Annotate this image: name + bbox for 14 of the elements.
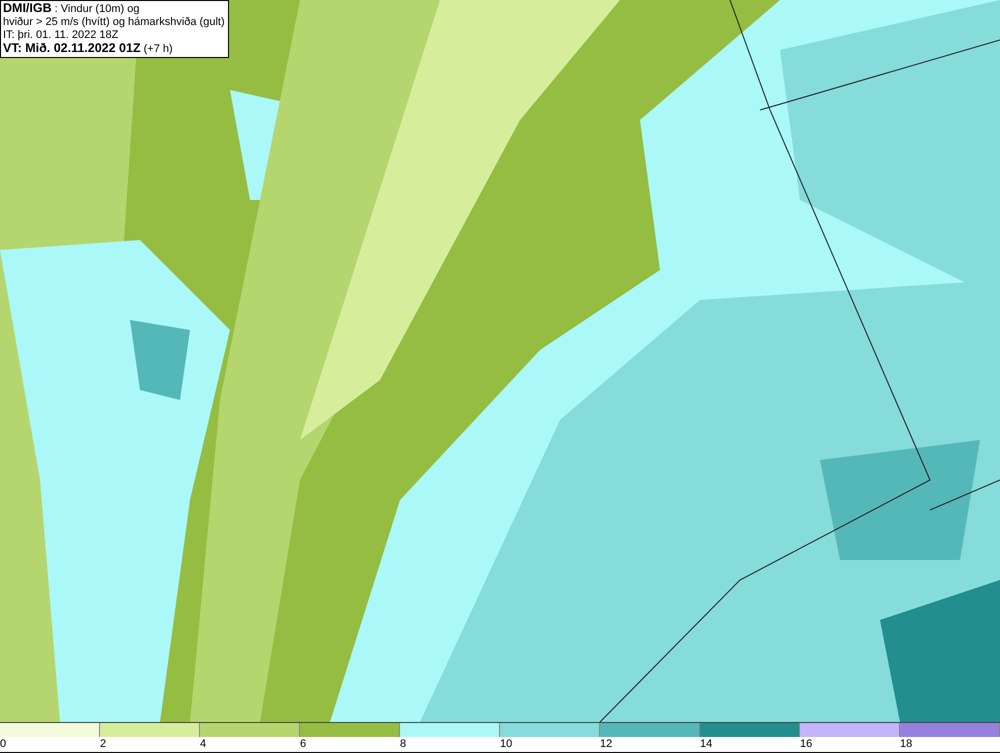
legend-label: 6: [300, 738, 306, 750]
title-line: hviður > 25 m/s (hvítt) og hámarkshviða (gult): [3, 16, 225, 29]
legend-label: 16: [800, 738, 812, 750]
title-line: DMI/IGB : Vindur (10m) og: [3, 2, 140, 16]
legend-label: 4: [200, 738, 206, 750]
legend-label: 18: [900, 738, 912, 750]
legend-label: 10: [500, 738, 512, 750]
legend-label: 14: [700, 738, 712, 750]
legend-label: 12: [600, 738, 612, 750]
legend-label: 2: [100, 738, 106, 750]
title-line: VT: Mið. 02.11.2022 01Z (+7 h): [3, 42, 174, 56]
title-line: IT: þri. 01. 11. 2022 18Z: [3, 29, 120, 42]
legend-label: 0: [0, 738, 6, 750]
legend-label: 8: [400, 738, 406, 750]
